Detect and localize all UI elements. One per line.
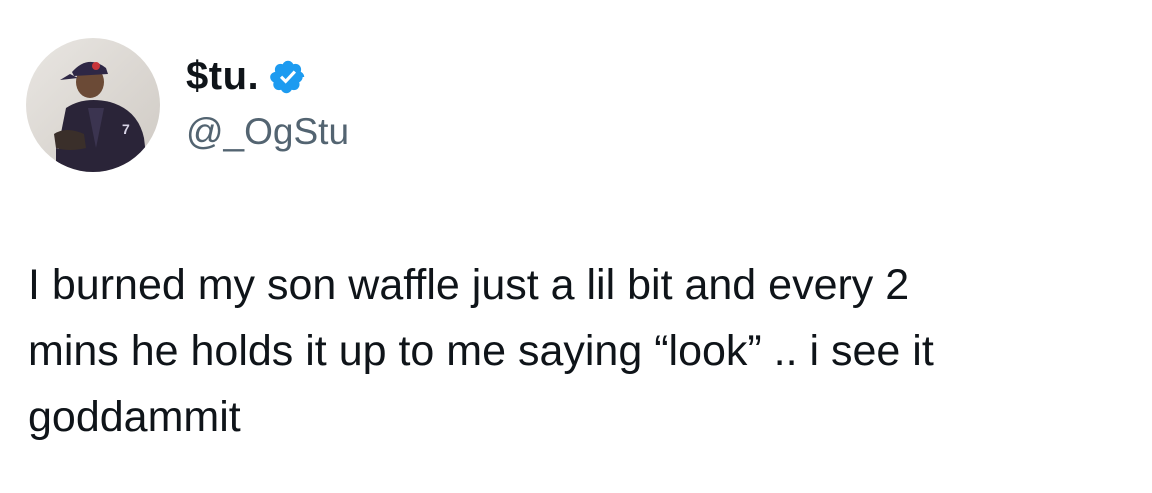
tweet-body-text: I burned my son waffle just a lil bit an… (28, 261, 934, 441)
author-display-name[interactable]: $tu. (186, 52, 259, 100)
avatar-photo: 7 (26, 38, 160, 172)
author-name-row: $tu. (186, 52, 307, 100)
svg-text:7: 7 (122, 121, 130, 137)
tweet-card: 7 $tu. @_OgStu I burned my son waffle ju… (0, 0, 1152, 493)
verified-badge-icon (269, 58, 307, 96)
author-avatar[interactable]: 7 (26, 38, 160, 172)
author-handle[interactable]: @_OgStu (186, 110, 349, 154)
